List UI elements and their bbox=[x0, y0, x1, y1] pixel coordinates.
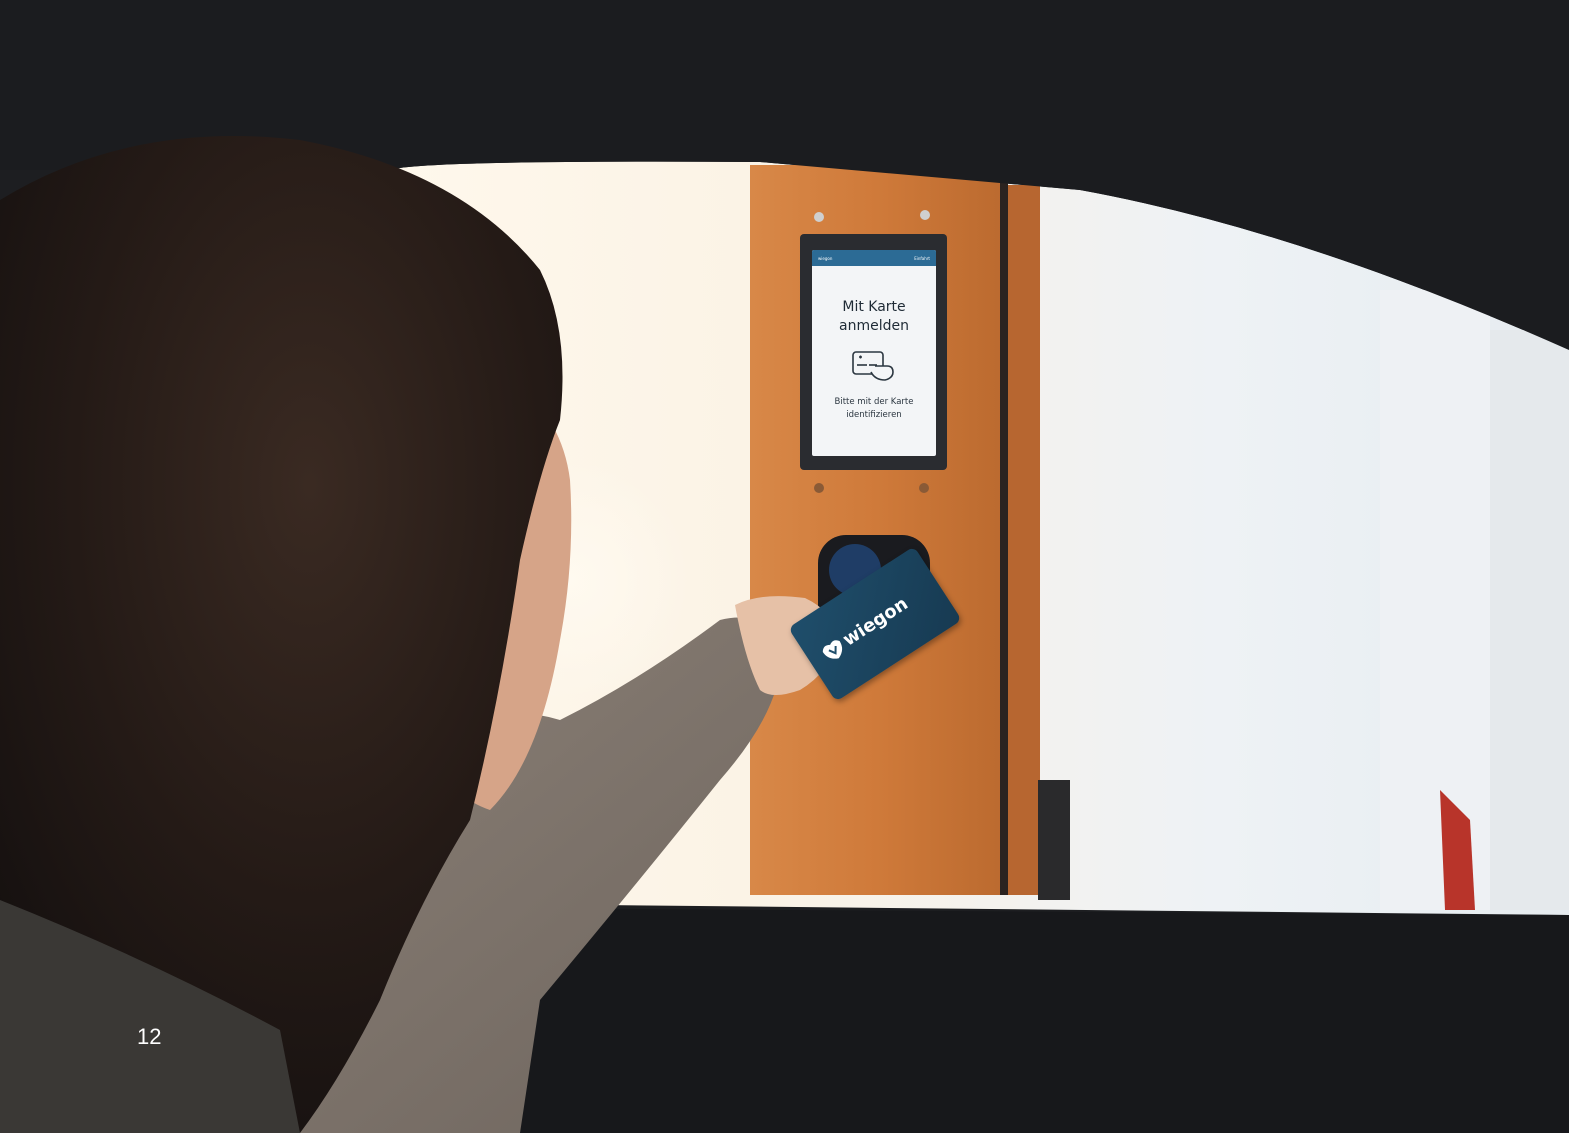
screw bbox=[920, 210, 930, 220]
background-building bbox=[1380, 290, 1490, 910]
screw bbox=[814, 483, 824, 493]
kiosk-screen-title: Mit Karte anmelden bbox=[812, 298, 936, 336]
kiosk-screen-header: wiegon Einfahrt bbox=[812, 250, 936, 266]
photo-scene bbox=[0, 0, 1569, 1133]
background-building-side bbox=[1490, 330, 1569, 910]
kiosk-screen[interactable]: wiegon Einfahrt Mit Karte anmelden Bitte… bbox=[812, 250, 936, 456]
kiosk-header-action[interactable]: Einfahrt bbox=[914, 256, 930, 261]
barrier-post bbox=[1038, 780, 1070, 900]
screw bbox=[814, 212, 824, 222]
kiosk-title-line2: anmelden bbox=[839, 318, 909, 334]
page-number: 12 bbox=[137, 1024, 162, 1049]
kiosk-pillar-side bbox=[1005, 185, 1040, 895]
screw bbox=[919, 483, 929, 493]
kiosk-title-line1: Mit Karte bbox=[842, 299, 906, 315]
card-brand-text: wiegon bbox=[839, 593, 912, 651]
door-frame bbox=[1000, 180, 1008, 895]
kiosk-hint-line2: identifizieren bbox=[846, 410, 902, 420]
photo-stage: wiegon Einfahrt Mit Karte anmelden Bitte… bbox=[0, 0, 1569, 1133]
kiosk-screen-hint: Bitte mit der Karte identifizieren bbox=[812, 396, 936, 422]
card-tap-icon bbox=[852, 351, 894, 381]
kiosk-hint-line1: Bitte mit der Karte bbox=[834, 397, 914, 407]
kiosk-header-brand: wiegon bbox=[818, 255, 833, 261]
